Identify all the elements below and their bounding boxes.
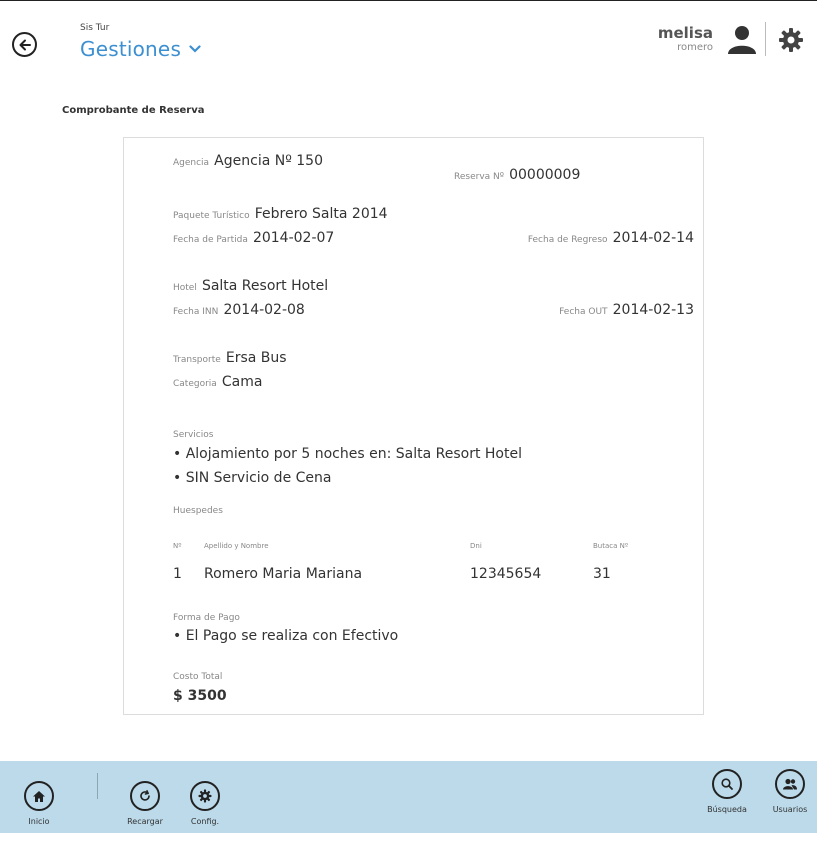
reserva-label: Reserva Nº	[454, 172, 504, 182]
gear-icon[interactable]	[778, 27, 804, 53]
back-button[interactable]	[12, 32, 37, 57]
users-icon	[775, 769, 805, 799]
agencia-value: Agencia Nº 150	[214, 153, 323, 169]
user-first-name: melisa	[657, 24, 713, 42]
busqueda-label: Búsqueda	[707, 805, 747, 814]
paquete-label: Paquete Turístico	[173, 211, 250, 221]
servicios-label: Servicios	[173, 430, 214, 440]
bottom-app-bar: Inicio Recargar Config. Búsqueda Usuario…	[0, 761, 817, 833]
inn-value: 2014-02-08	[223, 302, 305, 318]
transporte-label: Transporte	[173, 355, 221, 365]
transporte-value: Ersa Bus	[225, 350, 287, 366]
col-butaca-header: Butaca Nº	[593, 542, 629, 550]
config-button[interactable]: Config.	[183, 781, 227, 826]
user-avatar-icon[interactable]	[725, 23, 759, 57]
app-frame: Sis Tur Gestiones melisa romero Comproba…	[0, 0, 817, 850]
inicio-label: Inicio	[28, 817, 50, 826]
huespedes-label: Huespedes	[173, 506, 223, 516]
out-value: 2014-02-13	[612, 302, 694, 318]
categoria-value: Cama	[221, 374, 263, 390]
partida-value: 2014-02-07	[252, 230, 335, 246]
regreso-value: 2014-02-14	[612, 230, 694, 246]
servicio-item: • Alojamiento por 5 noches en: Salta Res…	[173, 446, 522, 462]
guest-butaca: 31	[593, 566, 611, 582]
usuarios-button[interactable]: Usuarios	[765, 769, 815, 814]
reserva-value: 00000009	[509, 167, 581, 183]
reserva-row: Reserva Nº 00000009	[454, 164, 580, 183]
costo-value: $ 3500	[173, 688, 227, 704]
pago-label: Forma de Pago	[173, 613, 240, 623]
user-last-name: romero	[677, 42, 713, 53]
busqueda-button[interactable]: Búsqueda	[704, 769, 750, 814]
categoria-row: Categoria Cama	[173, 371, 262, 390]
usuarios-label: Usuarios	[772, 805, 808, 814]
voucher-card: Agencia Agencia Nº 150 Reserva Nº 000000…	[123, 137, 704, 715]
inicio-button[interactable]: Inicio	[17, 781, 61, 826]
config-label: Config.	[190, 817, 220, 826]
pago-value: • El Pago se realiza con Efectivo	[173, 628, 399, 644]
col-nombre-header: Apellido y Nombre	[204, 542, 269, 550]
servicio-item: • SIN Servicio de Cena	[173, 470, 332, 486]
bottom-bar-divider	[97, 773, 98, 799]
user-info: melisa romero	[658, 24, 713, 54]
partida-label: Fecha de Partida	[173, 235, 248, 245]
settings-gear-icon	[190, 781, 220, 811]
paquete-value: Febrero Salta 2014	[254, 206, 388, 222]
partida-row: Fecha de Partida 2014-02-07	[173, 227, 334, 246]
home-icon	[24, 781, 54, 811]
regreso-label: Fecha de Regreso	[527, 235, 608, 245]
app-name: Sis Tur	[80, 23, 110, 33]
col-num-header: Nº	[173, 542, 182, 550]
hotel-value: Salta Resort Hotel	[201, 278, 329, 294]
guest-num: 1	[173, 566, 182, 582]
out-row: Fecha OUT 2014-02-13	[559, 299, 694, 318]
section-title: Comprobante de Reserva	[62, 105, 205, 116]
arrow-left-icon	[19, 39, 31, 50]
guest-name: Romero Maria Mariana	[204, 566, 363, 582]
out-label: Fecha OUT	[559, 307, 608, 317]
guest-dni: 12345654	[470, 566, 542, 582]
categoria-label: Categoria	[173, 379, 217, 389]
refresh-icon	[130, 781, 160, 811]
hotel-row: Hotel Salta Resort Hotel	[173, 275, 328, 294]
inn-row: Fecha INN 2014-02-08	[173, 299, 305, 318]
paquete-row: Paquete Turístico Febrero Salta 2014	[173, 203, 388, 222]
agencia-row: Agencia Agencia Nº 150	[173, 150, 323, 169]
header-divider	[765, 22, 766, 56]
agencia-label: Agencia	[173, 158, 210, 168]
regreso-row: Fecha de Regreso 2014-02-14	[528, 227, 694, 246]
section-dropdown[interactable]: Gestiones	[80, 37, 201, 61]
costo-label: Costo Total	[173, 672, 223, 682]
inn-label: Fecha INN	[173, 307, 219, 317]
recargar-button[interactable]: Recargar	[122, 781, 168, 826]
col-dni-header: Dni	[470, 542, 482, 550]
search-icon	[712, 769, 742, 799]
page-title: Gestiones	[80, 37, 182, 61]
recargar-label: Recargar	[127, 817, 163, 826]
transporte-row: Transporte Ersa Bus	[173, 347, 287, 366]
hotel-label: Hotel	[173, 283, 197, 293]
chevron-down-icon	[189, 45, 201, 53]
